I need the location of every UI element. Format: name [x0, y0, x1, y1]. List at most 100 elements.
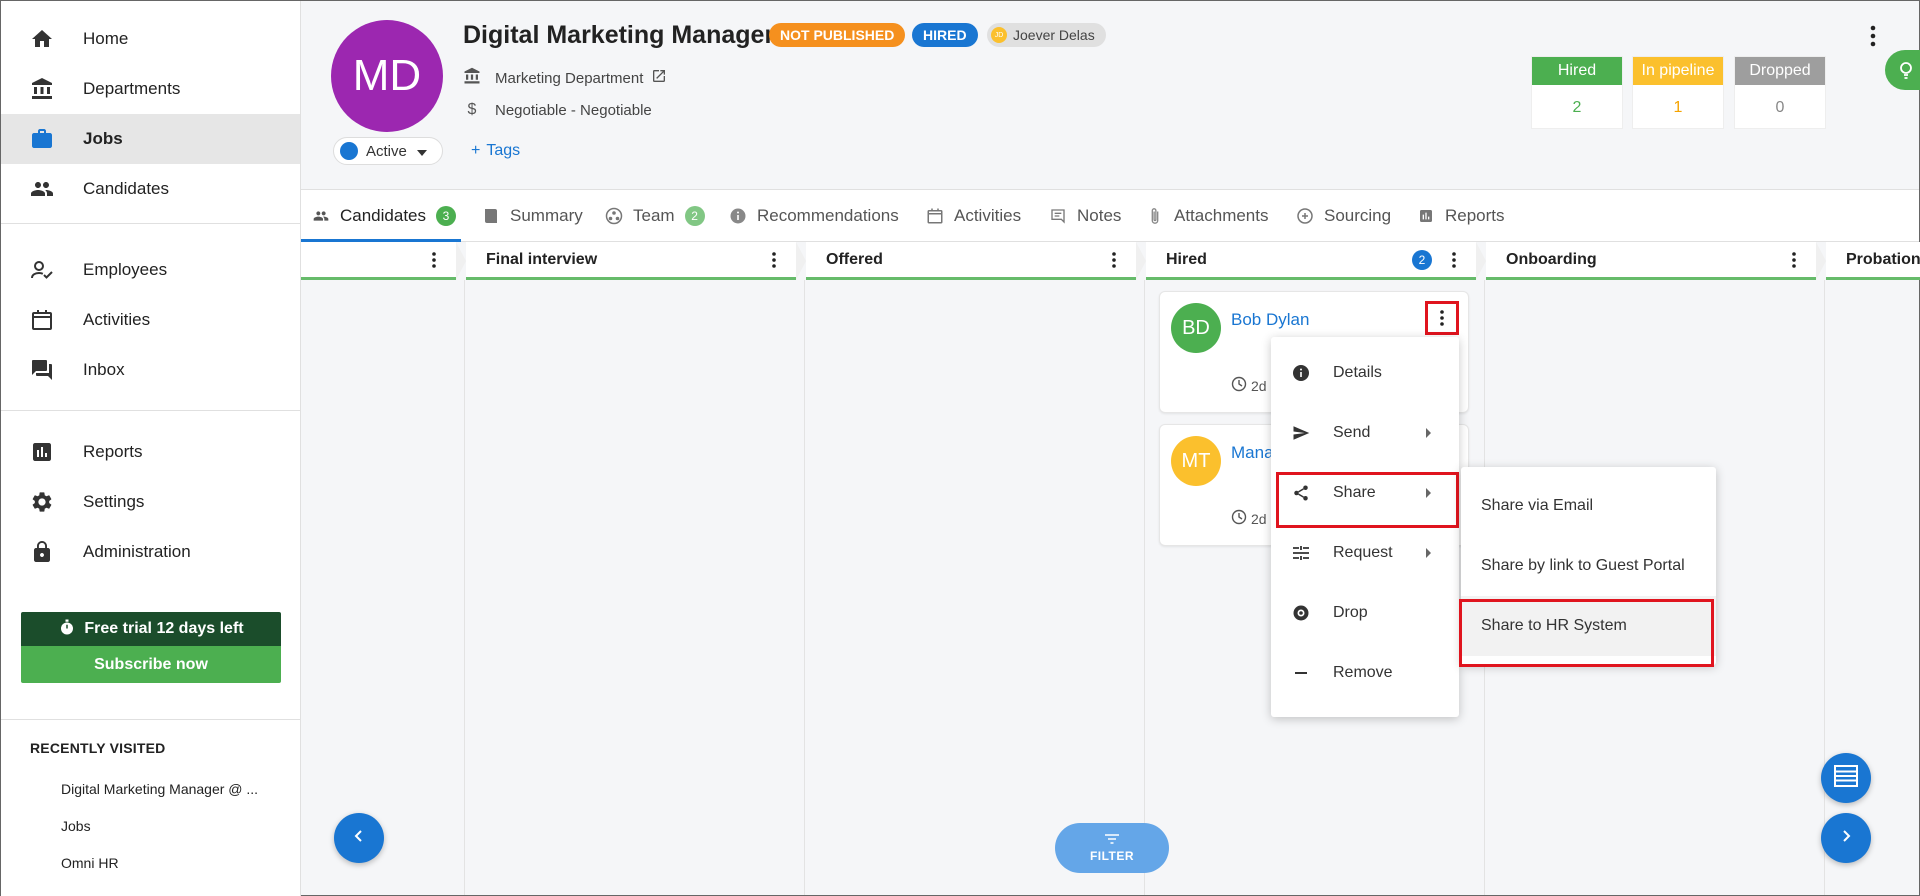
column-header-hired: Hired 2 [1146, 242, 1476, 280]
tab-notes[interactable]: Notes [1049, 190, 1121, 242]
tab-attachments[interactable]: Attachments [1146, 190, 1269, 242]
tab-sourcing[interactable]: Sourcing [1296, 190, 1391, 242]
share-guest-portal[interactable]: Share by link to Guest Portal [1461, 536, 1716, 596]
sidebar-item-label: Administration [83, 542, 191, 561]
recently-visited-title: RECENTLY VISITED [30, 740, 166, 756]
menu-item-drop[interactable]: Drop [1271, 583, 1459, 643]
clock-icon [1231, 509, 1247, 528]
more-options-icon[interactable] [1865, 23, 1881, 49]
team-icon [605, 207, 623, 225]
tab-reports[interactable]: Reports [1417, 190, 1505, 242]
column-separator [464, 280, 465, 895]
column-menu-icon[interactable] [1104, 250, 1124, 270]
sidebar-item-candidates[interactable]: Candidates [1, 164, 300, 214]
list-view-icon [1833, 764, 1859, 793]
column-chevron [796, 242, 806, 280]
tab-recommendations[interactable]: Recommendations [729, 190, 899, 242]
gear-icon [28, 488, 56, 516]
column-menu-icon[interactable] [424, 250, 444, 270]
candidate-name-link[interactable]: Bob Dylan [1231, 310, 1309, 330]
subscribe-button[interactable]: Subscribe now [21, 646, 281, 683]
column-menu-icon[interactable] [1784, 250, 1804, 270]
sidebar-item-departments[interactable]: Departments [1, 64, 300, 114]
candidate-name-link[interactable]: Mana [1231, 443, 1274, 463]
column-header-onboarding: Onboarding [1486, 242, 1816, 280]
menu-item-details[interactable]: Details [1271, 343, 1459, 403]
job-avatar: MD [331, 20, 443, 132]
calendar-icon [926, 207, 944, 225]
sidebar-item-label: Reports [83, 442, 143, 461]
chevron-down-icon [416, 143, 427, 160]
share-via-email[interactable]: Share via Email [1461, 476, 1716, 536]
tab-summary[interactable]: Summary [482, 190, 583, 242]
stat-in-pipeline[interactable]: In pipeline 1 [1632, 56, 1724, 129]
stat-hired[interactable]: Hired 2 [1531, 56, 1623, 129]
sidebar-item-inbox[interactable]: Inbox [1, 345, 300, 395]
not-published-badge: NOT PUBLISHED [769, 23, 906, 47]
recent-item[interactable]: Omni HR [61, 855, 119, 871]
divider [1, 410, 300, 411]
status-select[interactable]: Active [333, 137, 443, 165]
scroll-left-button[interactable] [334, 813, 384, 863]
tab-count: 3 [436, 206, 457, 226]
owner-name: Joever Delas [1013, 27, 1095, 43]
sidebar-item-label: Activities [83, 310, 151, 329]
sidebar-item-administration[interactable]: Administration [1, 527, 300, 577]
column-menu-icon[interactable] [764, 250, 784, 270]
lightbulb-icon[interactable] [1885, 50, 1920, 90]
sidebar-item-label: Home [83, 29, 129, 48]
sidebar-item-home[interactable]: Home [1, 14, 300, 64]
menu-item-remove[interactable]: Remove [1271, 643, 1459, 703]
column-name: Hired [1166, 250, 1207, 268]
tab-label: Activities [954, 206, 1022, 225]
report-icon [1417, 207, 1435, 225]
sidebar-item-label: Inbox [83, 360, 125, 379]
dollar-icon: $ [467, 101, 477, 118]
sidebar: Home Departments Jobs Candidates Employe… [1, 1, 301, 896]
menu-item-label: Remove [1333, 664, 1393, 681]
scroll-right-button[interactable] [1821, 813, 1871, 863]
column-menu-icon[interactable] [1444, 250, 1464, 270]
status-dot [340, 142, 358, 160]
sidebar-item-reports[interactable]: Reports [1, 427, 300, 477]
external-link-icon[interactable] [651, 68, 667, 88]
lock-icon [28, 538, 56, 566]
salary-text: Negotiable - Negotiable [495, 101, 652, 119]
tab-label: Candidates [340, 206, 427, 225]
stat-value: 0 [1775, 98, 1785, 116]
column-chevron [456, 242, 466, 280]
department-link[interactable]: Marketing Department [495, 70, 643, 87]
add-tags-button[interactable]: + Tags [471, 142, 520, 160]
tab-team[interactable]: Team 2 [605, 190, 705, 242]
info-icon [729, 207, 747, 225]
recent-item[interactable]: Jobs [61, 818, 91, 834]
tab-activities[interactable]: Activities [926, 190, 1021, 242]
stopwatch-icon [58, 618, 76, 641]
sidebar-item-jobs[interactable]: Jobs [1, 114, 300, 164]
tab-label: Summary [510, 206, 583, 225]
tags-label: Tags [486, 142, 521, 159]
divider [1, 223, 300, 224]
bar-chart-icon [28, 438, 56, 466]
recent-item[interactable]: Digital Marketing Manager @ ... [61, 781, 258, 797]
tab-candidates[interactable]: Candidates 3 [312, 190, 457, 242]
candidate-avatar: BD [1171, 303, 1221, 353]
filter-label: FILTER [1089, 849, 1135, 863]
stat-value: 2 [1572, 98, 1582, 116]
view-toggle-button[interactable] [1821, 753, 1871, 803]
submenu-arrow-icon [1426, 428, 1431, 438]
sidebar-item-employees[interactable]: Employees [1, 245, 300, 295]
menu-item-request[interactable]: Request [1271, 523, 1459, 583]
owner-chip[interactable]: JD Joever Delas [987, 23, 1106, 47]
column-header-offered: Offered [806, 242, 1136, 280]
menu-item-send[interactable]: Send [1271, 403, 1459, 463]
clock-icon [1231, 376, 1247, 395]
stat-label: In pipeline [1633, 57, 1723, 85]
filter-button[interactable]: FILTER [1055, 823, 1169, 873]
stat-dropped[interactable]: Dropped 0 [1734, 56, 1826, 129]
sidebar-item-activities[interactable]: Activities [1, 295, 300, 345]
book-icon [482, 207, 500, 225]
sidebar-item-settings[interactable]: Settings [1, 477, 300, 527]
people-icon [312, 207, 330, 225]
bank-icon [28, 75, 56, 103]
